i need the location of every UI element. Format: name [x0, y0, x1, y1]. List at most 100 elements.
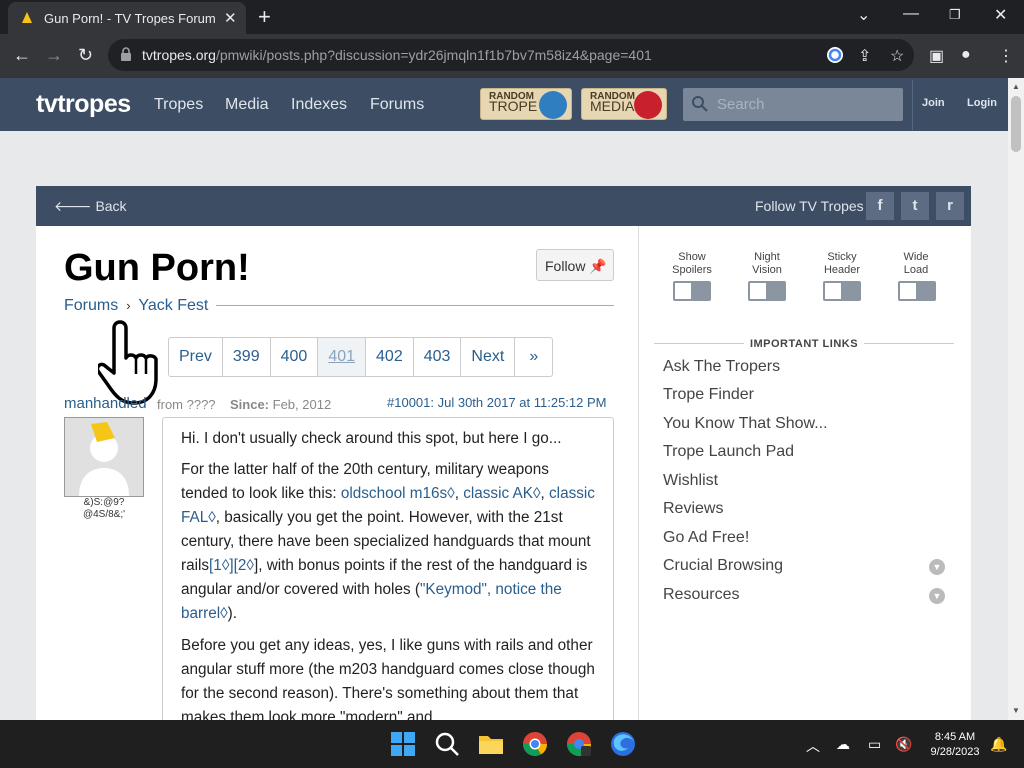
forward-arrow-icon[interactable]: → [45, 45, 63, 66]
onedrive-icon[interactable]: ☁ [836, 736, 850, 753]
chrome-dev-icon[interactable] [565, 730, 593, 758]
windows-start-icon[interactable] [389, 730, 417, 758]
page-401-current[interactable]: 401 [318, 338, 367, 376]
firefox-icon[interactable] [609, 730, 637, 758]
search-placeholder: Search [717, 96, 765, 113]
post-permalink[interactable]: #10001: Jul 30th 2017 at 11:25:12 PM [387, 395, 606, 410]
page-prev[interactable]: Prev [169, 338, 223, 376]
sidebar-link-trope-launch-pad[interactable]: Trope Launch Pad [663, 443, 794, 461]
sidebar-divider [638, 226, 639, 726]
tvtropes-logo[interactable]: tvtropes [36, 90, 131, 119]
link-oldschool-m16s[interactable]: oldschool m16s [341, 485, 447, 502]
page-title: Gun Porn! [64, 247, 250, 289]
tab-search-chevron-icon[interactable]: ⌄ [857, 5, 870, 25]
nav-indexes[interactable]: Indexes [291, 96, 347, 114]
toggle-label-night-vision: Night Vision [737, 251, 797, 277]
sidebar-link-go-ad-free[interactable]: Go Ad Free! [663, 529, 749, 547]
toggle-night-vision[interactable] [748, 281, 786, 301]
restore-icon[interactable]: ❐ [949, 7, 961, 23]
page-scrollbar[interactable]: ▲ ▼ [1008, 78, 1024, 720]
follow-button[interactable]: Follow 📌 [536, 249, 614, 281]
taskbar-clock[interactable]: 8:45 AM 9/28/2023 [925, 730, 985, 760]
sidebar-link-reviews[interactable]: Reviews [663, 500, 723, 518]
chevron-down-icon[interactable]: ▼ [929, 588, 945, 604]
post-username[interactable]: manhandled [64, 395, 147, 412]
link-2[interactable]: ][2 [229, 557, 246, 574]
minimize-icon[interactable]: — [903, 5, 919, 23]
avatar[interactable] [64, 417, 144, 497]
address-bar[interactable]: tvtropes.org/pmwiki/posts.php?discussion… [108, 39, 914, 71]
link-1[interactable]: [1 [209, 557, 222, 574]
search-icon[interactable] [433, 730, 461, 758]
notifications-bell-icon[interactable]: 🔔 [990, 736, 1007, 753]
breadcrumb-yack-fest[interactable]: Yack Fest [138, 297, 208, 314]
file-explorer-icon[interactable] [477, 730, 505, 758]
site-search-input[interactable]: Search [683, 88, 903, 121]
post-paragraph-1: Hi. I don't usually check around this sp… [181, 430, 562, 447]
reddit-icon[interactable]: r [936, 192, 964, 220]
external-link-icon: ◊ [208, 509, 216, 526]
page-next[interactable]: Next [461, 338, 516, 376]
sidebar-link-crucial-browsing[interactable]: Crucial Browsing [663, 557, 783, 575]
scrollbar-thumb[interactable] [1011, 96, 1021, 152]
tab-close-icon[interactable]: ✕ [224, 9, 237, 27]
sidebar-link-resources[interactable]: Resources [663, 586, 739, 604]
link-classic-ak[interactable]: classic AK [463, 485, 533, 502]
page-403[interactable]: 403 [414, 338, 462, 376]
p2-text-d: ). [227, 605, 238, 622]
back-label: Back [95, 198, 127, 214]
scroll-down-icon[interactable]: ▼ [1012, 706, 1020, 715]
new-tab-icon[interactable]: + [258, 4, 271, 30]
red-button-icon [634, 91, 662, 119]
toggle-show-spoilers[interactable] [673, 281, 711, 301]
toggle-label-sticky-header: Sticky Header [812, 251, 872, 277]
toggle-label-line: Load [903, 264, 929, 276]
sidebar-link-wishlist[interactable]: Wishlist [663, 472, 718, 490]
volume-muted-icon[interactable]: 🔇 [895, 736, 912, 753]
nav-media[interactable]: Media [225, 96, 269, 114]
toggle-sticky-header[interactable] [823, 281, 861, 301]
more-menu-icon[interactable]: ⋮ [998, 46, 1014, 66]
url-domain: tvtropes.org [142, 47, 216, 63]
join-link[interactable]: Join [922, 97, 945, 109]
page-402[interactable]: 402 [366, 338, 414, 376]
sidebar-link-you-know-that-show[interactable]: You Know That Show... [663, 415, 828, 433]
back-link[interactable]: 🡐 Back [54, 198, 127, 215]
url-text: tvtropes.org/pmwiki/posts.php?discussion… [142, 47, 652, 63]
twitter-icon[interactable]: t [901, 192, 929, 220]
page-400[interactable]: 400 [271, 338, 319, 376]
scroll-up-icon[interactable]: ▲ [1012, 82, 1020, 91]
nav-tropes[interactable]: Tropes [154, 96, 203, 114]
toggle-knob [900, 283, 916, 299]
breadcrumb-forums[interactable]: Forums [64, 297, 118, 314]
tray-chevron-up-icon[interactable]: ︿ [806, 736, 820, 756]
back-arrow-icon[interactable]: ← [13, 45, 31, 66]
sidebar-link-trope-finder[interactable]: Trope Finder [663, 386, 754, 404]
p2-comma: , [454, 485, 464, 502]
window-close-icon[interactable]: ✕ [994, 5, 1007, 25]
display-icon[interactable]: ▭ [868, 736, 881, 753]
chrome-icon[interactable] [521, 730, 549, 758]
bookmark-star-icon[interactable]: ☆ [890, 46, 904, 66]
nav-forums[interactable]: Forums [370, 96, 424, 114]
external-link-icon: ◊ [246, 557, 254, 574]
page-399[interactable]: 399 [223, 338, 271, 376]
toggle-wide-load[interactable] [898, 281, 936, 301]
random-media-button[interactable]: RANDOM MEDIA [581, 88, 667, 120]
chevron-down-icon[interactable]: ▼ [929, 559, 945, 575]
profile-icon[interactable]: ● [961, 46, 971, 64]
sidebar-link-ask-the-tropers[interactable]: Ask The Tropers [663, 358, 780, 376]
facebook-icon[interactable]: f [866, 192, 894, 220]
pagination: Prev 399 400 401 402 403 Next » [168, 337, 554, 377]
google-lens-icon[interactable] [826, 46, 844, 69]
reload-icon[interactable]: ↻ [78, 45, 93, 66]
share-icon[interactable]: ⇪ [858, 46, 871, 66]
toggle-label-line: Vision [752, 264, 782, 276]
breadcrumb-divider [216, 305, 614, 306]
page-last[interactable]: » [515, 338, 552, 376]
login-link[interactable]: Login [967, 97, 997, 109]
side-panel-icon[interactable]: ▣ [929, 46, 944, 66]
toggle-label-line: Header [823, 264, 861, 276]
browser-tab[interactable]: Gun Porn! - TV Tropes Forum ✕ [8, 2, 246, 34]
random-trope-button[interactable]: RANDOM TROPE [480, 88, 572, 120]
